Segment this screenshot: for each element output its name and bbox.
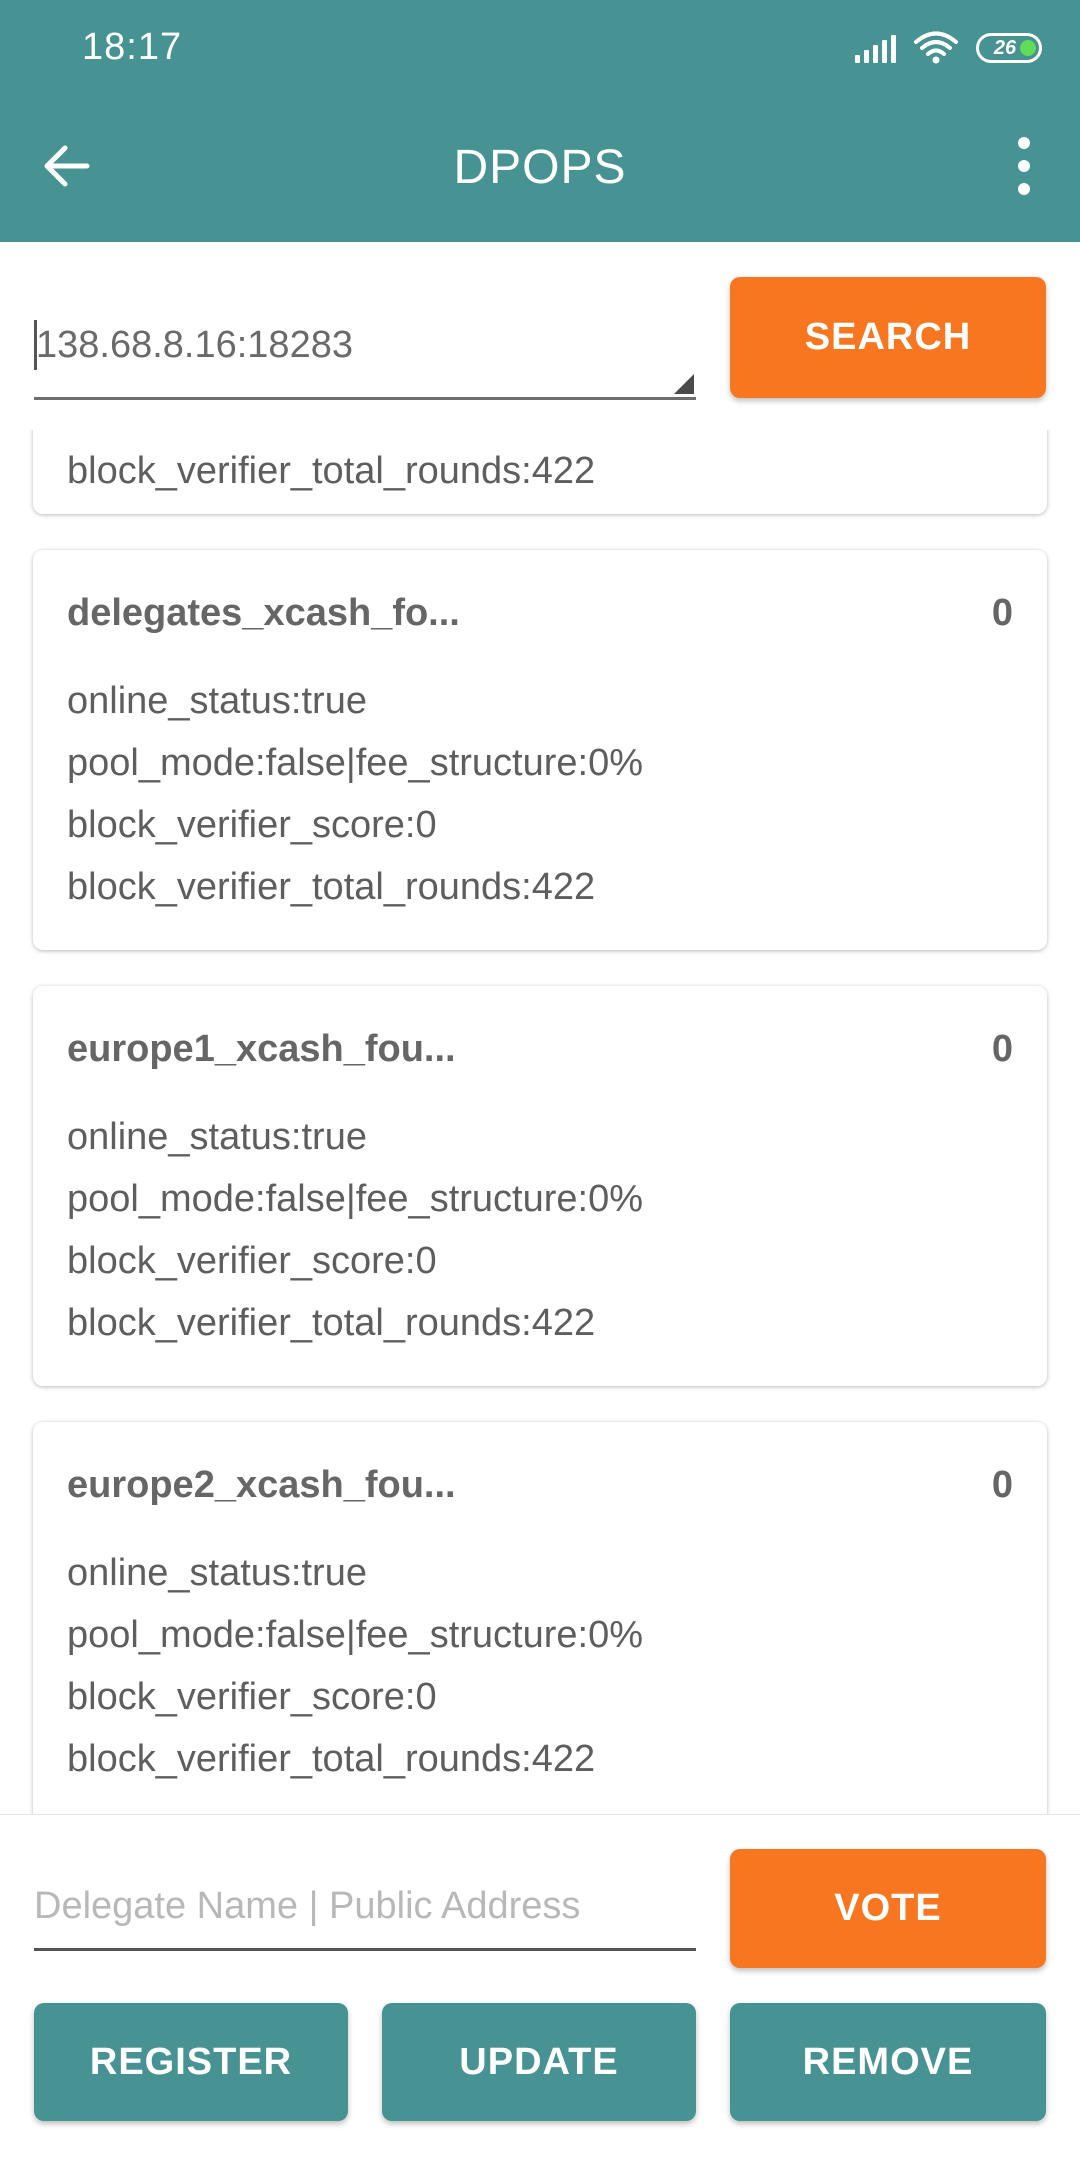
delegate-total-rounds: block_verifier_total_rounds:422	[67, 866, 596, 908]
node-address-input[interactable]: 138.68.8.16:18283	[34, 300, 696, 400]
delegate-pool-mode: pool_mode:false|fee_structure:0%	[67, 1614, 643, 1656]
delegate-name: europe2_xcash_fou...	[67, 1464, 456, 1506]
delegate-rank: 0	[991, 1028, 1013, 1070]
page-title: DPOPS	[453, 141, 627, 194]
app-bar: 18:17 26 DPOPS	[0, 0, 1080, 242]
delegate-online-status: online_status:true	[67, 1116, 367, 1158]
delegate-rank: 0	[991, 1464, 1013, 1506]
delegate-score: block_verifier_score:0	[67, 804, 437, 846]
delegate-address-placeholder: Delegate Name | Public Address	[34, 1885, 581, 1927]
remove-button[interactable]: REMOVE	[730, 2003, 1046, 2121]
delegate-total-rounds: block_verifier_total_rounds:422	[67, 1738, 596, 1780]
delegate-rank: 0	[991, 592, 1013, 634]
delegate-card-partial[interactable]: block_verifier_total_rounds:422	[33, 430, 1047, 514]
delegate-pool-mode: pool_mode:false|fee_structure:0%	[67, 1178, 643, 1220]
status-icons: 26	[855, 30, 1042, 66]
signal-icon	[855, 33, 896, 63]
delegate-card[interactable]: europe1_xcash_fou... 0 online_status:tru…	[33, 986, 1047, 1386]
battery-icon: 26	[976, 33, 1042, 63]
delegate-pool-mode: pool_mode:false|fee_structure:0%	[67, 742, 643, 784]
delegate-address-input[interactable]: Delegate Name | Public Address	[34, 1847, 696, 1951]
status-time: 18:17	[82, 26, 183, 68]
delegate-name: delegates_xcash_fo...	[67, 592, 460, 634]
register-button[interactable]: REGISTER	[34, 2003, 348, 2121]
delegate-online-status: online_status:true	[67, 1552, 367, 1594]
delegate-card[interactable]: europe2_xcash_fou... 0 online_status:tru…	[33, 1422, 1047, 1814]
delegate-card[interactable]: delegates_xcash_fo... 0 online_status:tr…	[33, 550, 1047, 950]
delegate-list[interactable]: block_verifier_total_rounds:422 delegate…	[0, 430, 1080, 1814]
delegate-total-rounds: block_verifier_total_rounds:422	[67, 450, 596, 492]
vote-button[interactable]: VOTE	[730, 1849, 1046, 1968]
delegate-score: block_verifier_score:0	[67, 1240, 437, 1282]
battery-level: 26	[993, 36, 1017, 59]
vote-panel: Delegate Name | Public Address VOTE REGI…	[0, 1814, 1080, 2158]
more-vert-icon[interactable]	[992, 128, 1056, 204]
update-button[interactable]: UPDATE	[382, 2003, 696, 2121]
delegate-online-status: online_status:true	[67, 680, 367, 722]
delegate-total-rounds: block_verifier_total_rounds:422	[67, 1302, 596, 1344]
delegate-name: europe1_xcash_fou...	[67, 1028, 456, 1070]
wifi-icon	[914, 31, 958, 64]
dropdown-arrow-icon[interactable]	[674, 374, 694, 394]
search-button[interactable]: SEARCH	[730, 277, 1046, 398]
node-address-value: 138.68.8.16:18283	[36, 324, 353, 366]
delegate-score: block_verifier_score:0	[67, 1676, 437, 1718]
